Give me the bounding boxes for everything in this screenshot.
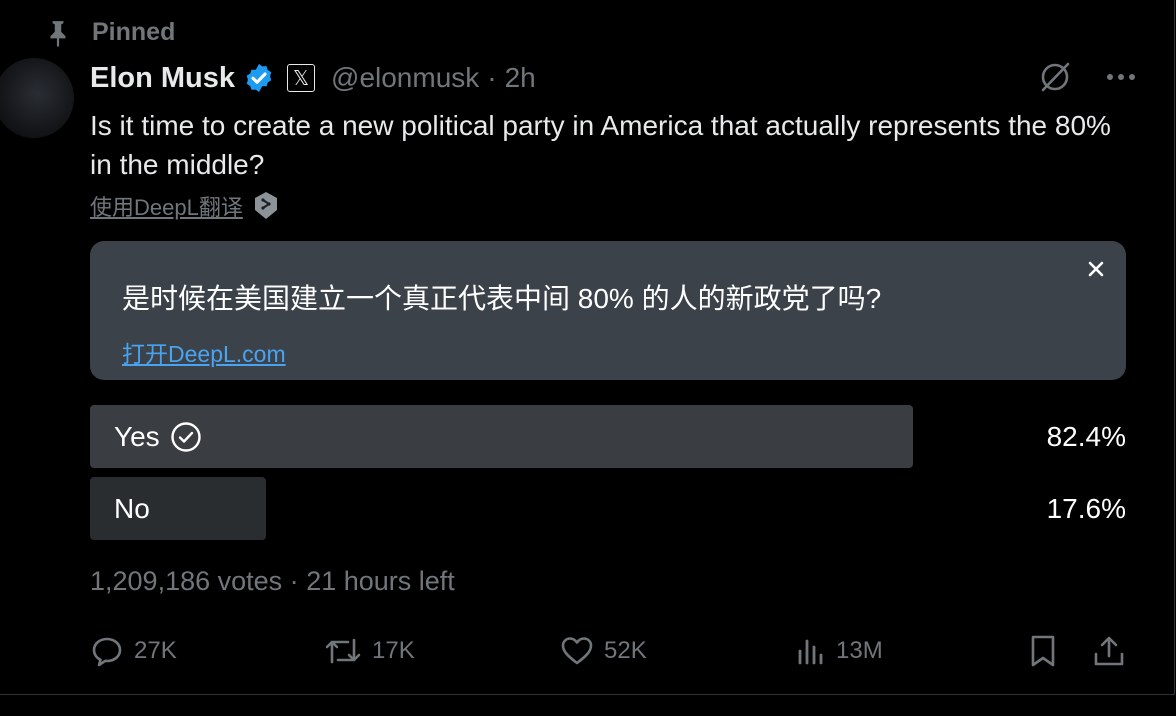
grok-icon[interactable]: [1038, 60, 1072, 94]
verified-badge-icon[interactable]: [243, 62, 275, 94]
tweet-time[interactable]: 2h: [505, 62, 536, 94]
tweet-top-actions: [1038, 60, 1136, 94]
repost-button[interactable]: 17K: [324, 628, 415, 674]
reply-icon: [90, 634, 124, 668]
poll-percent: 82.4%: [1046, 420, 1126, 452]
share-button[interactable]: [1092, 628, 1126, 674]
views-count: 13M: [836, 637, 883, 664]
tweet-text: Is it time to create a new political par…: [90, 110, 1111, 180]
share-icon: [1092, 634, 1126, 668]
deepl-translation-text: 是时候在美国建立一个真正代表中间 80% 的人的新政党了吗?: [122, 283, 882, 314]
deepl-icon[interactable]: [253, 191, 279, 221]
like-count: 52K: [604, 637, 647, 664]
repost-icon: [324, 634, 362, 668]
translate-link[interactable]: 使用DeepL翻译: [90, 190, 243, 222]
heart-icon: [560, 635, 594, 667]
check-circle-icon: [170, 421, 202, 453]
pinned-label: Pinned: [92, 18, 176, 46]
repost-count: 17K: [372, 637, 415, 664]
more-options-icon[interactable]: [1106, 73, 1136, 81]
poll-separator: ·: [289, 566, 299, 596]
poll-meta: 1,209,186 votes · 21 hours left: [90, 566, 455, 597]
poll-bar-yes: [90, 405, 913, 468]
views-button[interactable]: 13M: [796, 628, 883, 674]
poll-option-label: No: [114, 492, 150, 524]
like-button[interactable]: 52K: [560, 628, 647, 674]
poll-option-no: No 17.6%: [90, 477, 1126, 540]
poll-time-left: 21 hours left: [306, 566, 455, 596]
poll-votes: 1,209,186 votes: [90, 566, 283, 596]
pin-icon: [44, 19, 72, 47]
pinned-indicator: Pinned: [44, 18, 175, 47]
bookmark-button[interactable]: [1028, 628, 1058, 674]
action-bar: 27K 17K 52K 13M: [90, 628, 1126, 674]
author-name[interactable]: Elon Musk: [90, 62, 235, 95]
reply-button[interactable]: 27K: [90, 628, 177, 674]
author-handle[interactable]: @elonmusk: [331, 62, 479, 94]
reply-count: 27K: [134, 637, 177, 664]
header-separator: ·: [487, 62, 497, 93]
deepl-translation-card: 是时候在美国建立一个真正代表中间 80% 的人的新政党了吗? 打开DeepL.c…: [90, 241, 1126, 380]
poll-option-yes: Yes 82.4%: [90, 405, 1126, 468]
close-icon[interactable]: [1082, 255, 1110, 283]
views-icon: [796, 636, 826, 666]
tweet-header: Elon Musk 𝕏 @elonmusk · 2h: [90, 58, 536, 98]
poll-option-label: Yes: [114, 420, 160, 452]
translate-row: 使用DeepL翻译: [90, 190, 279, 222]
poll-percent: 17.6%: [1046, 492, 1126, 524]
bookmark-icon: [1028, 634, 1058, 668]
x-affiliation-icon[interactable]: 𝕏: [287, 64, 316, 92]
deepl-open-link[interactable]: 打开DeepL.com: [122, 335, 286, 369]
